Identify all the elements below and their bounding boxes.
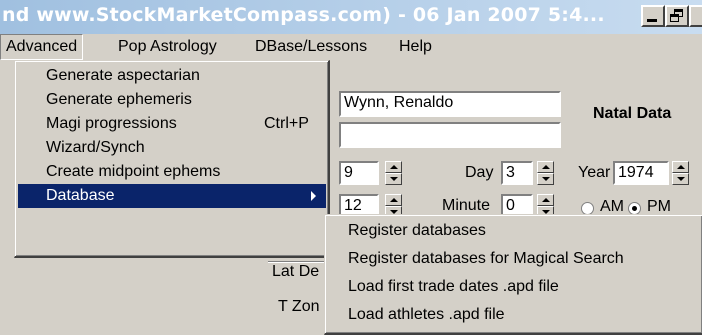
- menu-item-label: Wizard/Synch: [46, 139, 145, 156]
- menu-item-create-midpoint-ephems[interactable]: Create midpoint ephems: [18, 160, 326, 184]
- menu-item-label: Load first trade dates .apd file: [348, 278, 559, 295]
- maximize-icon[interactable]: [665, 5, 689, 27]
- natal-data-label: Natal Data: [593, 105, 672, 122]
- year-spinner[interactable]: [672, 161, 689, 185]
- advanced-menu: Generate aspectarian Generate ephemeris …: [14, 60, 330, 258]
- lat-label: Lat De: [272, 263, 320, 280]
- year-label: Year: [578, 164, 611, 181]
- spin-up-icon[interactable]: [672, 161, 689, 173]
- menu-advanced[interactable]: Advanced: [0, 34, 84, 60]
- menu-dbase-lessons[interactable]: DBase/Lessons: [250, 34, 372, 60]
- menu-item-shortcut: Ctrl+P: [264, 115, 309, 132]
- minimize-icon[interactable]: [641, 5, 665, 27]
- day-label: Day: [465, 164, 494, 181]
- menu-item-magi-progressions[interactable]: Magi progressions Ctrl+P: [18, 112, 326, 136]
- menu-item-label: Database: [46, 187, 115, 204]
- close-icon[interactable]: [689, 5, 702, 27]
- menu-pop-astrology[interactable]: Pop Astrology: [113, 34, 222, 60]
- window-title: nd www.StockMarketCompass.com) - 06 Jan …: [2, 4, 605, 26]
- menu-help[interactable]: Help: [394, 34, 437, 60]
- month-spinner[interactable]: [385, 161, 402, 185]
- menu-bar: Advanced Pop Astrology DBase/Lessons Hel…: [0, 34, 702, 60]
- menu-item-label: Load athletes .apd file: [348, 306, 505, 323]
- menu-item-wizard-synch[interactable]: Wizard/Synch: [18, 136, 326, 160]
- menu-item-label: Generate aspectarian: [46, 67, 200, 84]
- menu-item-label: Generate ephemeris: [46, 91, 192, 108]
- menu-item-load-first-trade-dates[interactable]: Load first trade dates .apd file: [328, 275, 700, 299]
- spin-up-icon[interactable]: [385, 194, 402, 206]
- name-input[interactable]: Wynn, Renaldo: [339, 91, 561, 117]
- spin-down-icon[interactable]: [537, 173, 554, 185]
- menu-item-register-databases[interactable]: Register databases: [328, 219, 700, 243]
- menu-item-label: Magi progressions: [46, 115, 177, 132]
- spin-up-icon[interactable]: [537, 194, 554, 206]
- spin-up-icon[interactable]: [537, 161, 554, 173]
- menu-item-database[interactable]: Database: [18, 184, 326, 208]
- year-input[interactable]: 1974: [613, 161, 669, 185]
- submenu-arrow-icon: [311, 191, 316, 201]
- menu-item-label: Register databases: [348, 222, 486, 239]
- day-spinner[interactable]: [537, 161, 554, 185]
- tzone-label: T Zon: [278, 298, 320, 315]
- spin-up-icon[interactable]: [385, 161, 402, 173]
- menu-item-generate-aspectarian[interactable]: Generate aspectarian: [18, 64, 326, 88]
- day-input[interactable]: 3: [501, 161, 533, 185]
- menu-item-label: Create midpoint ephems: [46, 163, 221, 180]
- menu-item-load-athletes[interactable]: Load athletes .apd file: [328, 303, 700, 327]
- spin-down-icon[interactable]: [672, 173, 689, 185]
- menu-item-register-databases-magical-search[interactable]: Register databases for Magical Search: [328, 247, 700, 271]
- menu-item-generate-ephemeris[interactable]: Generate ephemeris: [18, 88, 326, 112]
- month-input[interactable]: 9: [339, 161, 379, 185]
- menu-item-label: Register databases for Magical Search: [348, 250, 624, 267]
- minute-label: Minute: [442, 197, 491, 214]
- second-name-input[interactable]: [339, 122, 561, 148]
- database-submenu: Register databases Register databases fo…: [324, 214, 702, 335]
- title-bar: nd www.StockMarketCompass.com) - 06 Jan …: [0, 0, 702, 34]
- spin-down-icon[interactable]: [385, 173, 402, 185]
